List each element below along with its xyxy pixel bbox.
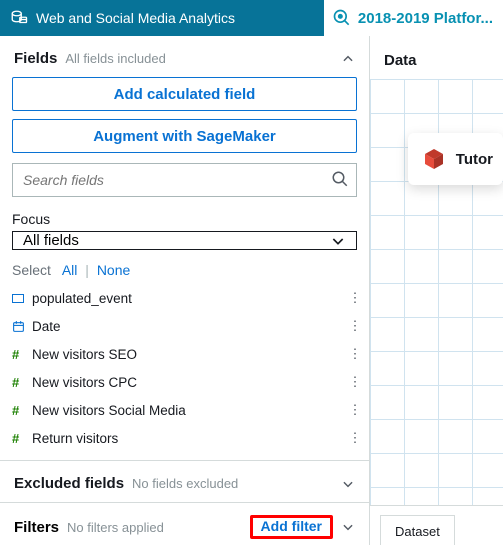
search-icon[interactable] — [331, 170, 349, 188]
right-panel: Data Tutor Dataset — [370, 36, 503, 545]
field-row[interactable]: # New visitors Social Media⋮ — [12, 396, 365, 424]
number-type-icon: # — [12, 403, 19, 418]
number-type-icon: # — [12, 431, 19, 446]
dataset-tab[interactable]: Dataset — [380, 515, 455, 545]
field-name: New visitors SEO — [32, 347, 345, 362]
excluded-title: Excluded fields — [14, 475, 124, 492]
add-filter-button[interactable]: Add filter — [253, 512, 330, 540]
field-name: Date — [32, 319, 345, 334]
kebab-menu-icon[interactable]: ⋮ — [345, 402, 365, 418]
breadcrumb[interactable]: 2018-2019 Platfor... — [324, 0, 503, 36]
add-calculated-field-button[interactable]: Add calculated field — [12, 77, 357, 111]
string-type-icon — [12, 294, 24, 303]
breadcrumb-label: 2018-2019 Platfor... — [358, 10, 493, 27]
data-heading: Data — [370, 36, 503, 79]
tutorial-card[interactable]: Tutor — [408, 133, 503, 185]
select-none-link[interactable]: None — [97, 262, 130, 278]
fields-title: Fields — [14, 50, 57, 67]
filters-title: Filters — [14, 519, 59, 536]
field-name: New visitors Social Media — [32, 403, 345, 418]
kebab-menu-icon[interactable]: ⋮ — [345, 430, 365, 446]
field-name: New visitors CPC — [32, 375, 345, 390]
excluded-fields-header[interactable]: Excluded fields No fields excluded — [0, 460, 369, 502]
select-label: Select — [12, 262, 51, 278]
select-row: Select All | None — [0, 250, 369, 284]
chevron-down-icon[interactable] — [341, 520, 355, 534]
select-all-link[interactable]: All — [62, 262, 78, 278]
fields-header[interactable]: Fields All fields included — [0, 36, 369, 77]
number-type-icon: # — [12, 347, 19, 362]
field-row[interactable]: # New visitors SEO⋮ — [12, 340, 365, 368]
field-row[interactable]: # Return visitors⋮ — [12, 424, 365, 452]
kebab-menu-icon[interactable]: ⋮ — [345, 318, 365, 334]
kebab-menu-icon[interactable]: ⋮ — [345, 374, 365, 390]
canvas-grid[interactable]: Tutor — [370, 79, 503, 505]
excluded-subtitle: No fields excluded — [132, 476, 333, 491]
dataset-title: Web and Social Media Analytics — [36, 10, 235, 26]
augment-sagemaker-button[interactable]: Augment with SageMaker — [12, 119, 357, 153]
left-panel: Fields All fields included Add calculate… — [0, 36, 370, 545]
filters-header: Filters No filters applied Add filter — [0, 502, 369, 551]
tutorial-label: Tutor — [456, 151, 493, 168]
field-row[interactable]: # New visitors CPC⋮ — [12, 368, 365, 396]
focus-label: Focus — [0, 197, 369, 231]
zoom-icon — [332, 8, 352, 28]
date-type-icon — [12, 320, 25, 333]
number-type-icon: # — [12, 375, 19, 390]
search-fields-input[interactable] — [12, 163, 357, 197]
fields-subtitle: All fields included — [65, 51, 333, 66]
field-row[interactable]: populated_event⋮ — [12, 284, 365, 312]
top-bar-left: Web and Social Media Analytics — [0, 9, 324, 27]
chevron-up-icon[interactable] — [341, 52, 355, 66]
chevron-down-icon — [330, 233, 346, 249]
kebab-menu-icon[interactable]: ⋮ — [345, 346, 365, 362]
cube-icon — [422, 147, 446, 171]
field-list: populated_event⋮Date⋮#New visitors SEO⋮#… — [0, 284, 369, 460]
field-name: populated_event — [32, 291, 345, 306]
filters-subtitle: No filters applied — [67, 520, 242, 535]
database-icon — [10, 9, 28, 27]
chevron-down-icon[interactable] — [341, 477, 355, 491]
top-bar: Web and Social Media Analytics 2018-2019… — [0, 0, 503, 36]
focus-dropdown[interactable]: All fields — [12, 231, 357, 250]
kebab-menu-icon[interactable]: ⋮ — [345, 290, 365, 306]
field-row[interactable]: Date⋮ — [12, 312, 365, 340]
field-name: Return visitors — [32, 431, 345, 446]
focus-value: All fields — [23, 232, 79, 249]
bottom-tabs: Dataset — [370, 505, 503, 545]
